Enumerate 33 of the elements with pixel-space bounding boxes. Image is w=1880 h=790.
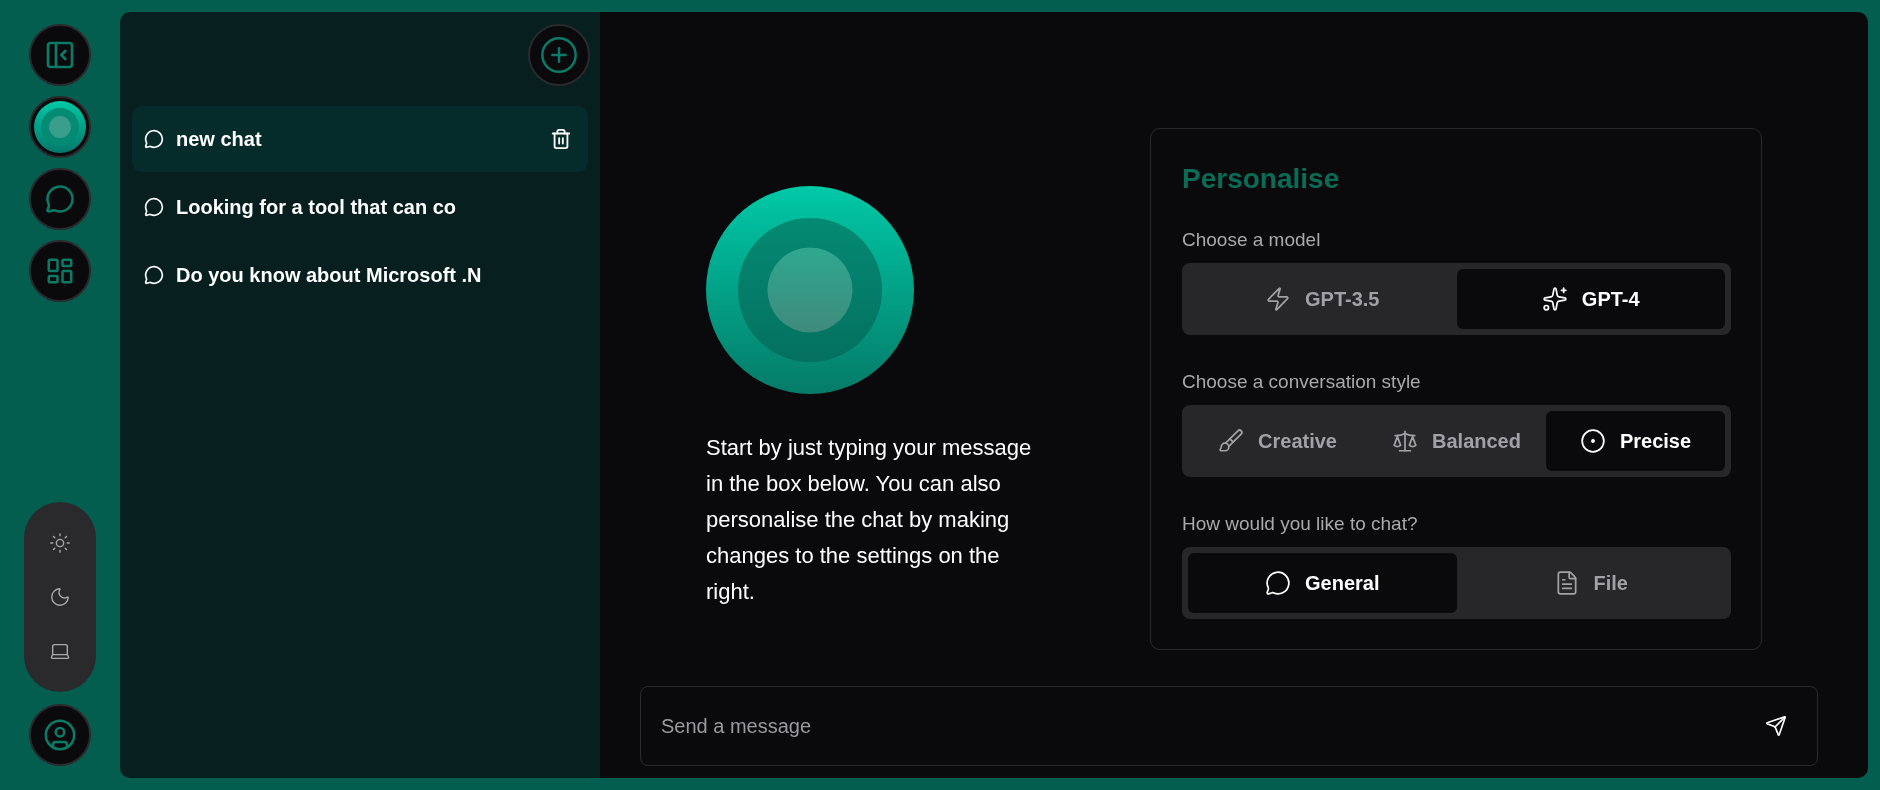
user-icon	[43, 718, 77, 752]
chat-item[interactable]: Do you know about Microsoft .N	[132, 242, 588, 308]
scale-icon	[1392, 428, 1419, 454]
segment-option[interactable]: Balanced	[1367, 411, 1546, 471]
sparkles-icon	[1541, 286, 1568, 312]
message-field[interactable]: Send a message	[659, 713, 1763, 739]
chat-bubble-icon	[1265, 570, 1291, 596]
intro-text: Start by just typing your message in the box below. You can also personalise the chat by making changes to the settings on the right.	[706, 434, 1033, 606]
option-label: Choose a model	[1182, 229, 1322, 251]
segment-option[interactable]: GPT-3.5	[1188, 269, 1457, 329]
message-composer[interactable]: Send a message	[640, 686, 1818, 766]
panel-collapse-icon	[44, 39, 76, 71]
send-button[interactable]	[1763, 713, 1789, 739]
panel-title: Personalise	[1182, 163, 1341, 195]
dashboard-icon	[45, 256, 75, 286]
plus-icon	[539, 35, 579, 75]
option-label: How would you like to chat?	[1182, 513, 1419, 535]
segment-option[interactable]: Creative	[1188, 411, 1367, 471]
target-icon	[1579, 428, 1606, 454]
lightning-icon	[1265, 286, 1291, 312]
chat-bubble-icon	[144, 129, 164, 149]
option-label: Choose a conversation style	[1182, 371, 1422, 393]
chat-item[interactable]: new chat	[132, 106, 588, 172]
segment-option[interactable]: File	[1456, 553, 1725, 613]
trash-icon[interactable]	[550, 128, 572, 150]
chat-bubble-icon	[45, 184, 75, 214]
segment-option[interactable]: GPT-4	[1456, 269, 1725, 329]
chat-bubble-icon	[144, 197, 164, 217]
brush-icon	[1218, 428, 1245, 454]
chat-item[interactable]: Looking for a tool that can co	[132, 174, 588, 240]
segment-option[interactable]: General	[1188, 553, 1457, 613]
segment-option[interactable]: Precise	[1546, 411, 1725, 471]
chat-bubble-icon	[144, 265, 164, 285]
